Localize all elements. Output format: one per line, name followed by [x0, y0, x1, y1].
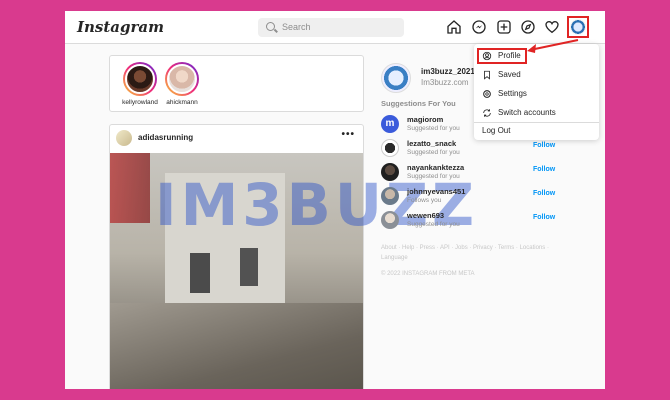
chevron-down-icon[interactable]: ⌄	[137, 21, 145, 32]
suggestion-subtitle: Suggested for you	[407, 221, 460, 228]
profile-avatar-button[interactable]	[567, 16, 589, 38]
story-item[interactable]: kellyrowland	[118, 62, 162, 106]
explore-icon[interactable]	[520, 19, 536, 35]
story-username: kellyrowland	[122, 99, 158, 106]
avatar[interactable]	[381, 63, 411, 93]
suggestion-avatar[interactable]	[381, 163, 399, 181]
post-username[interactable]: adidasrunning	[138, 133, 193, 142]
footer-links[interactable]: About · Help · Press · API · Jobs · Priv…	[381, 243, 556, 263]
profile-icon	[482, 51, 492, 61]
new-post-icon[interactable]	[496, 19, 512, 35]
home-icon[interactable]	[446, 19, 462, 35]
suggestion-subtitle: Suggested for you	[407, 173, 460, 180]
menu-item-switch-accounts[interactable]: Switch accounts	[474, 104, 599, 122]
menu-item-label: Switch accounts	[498, 108, 556, 117]
follow-button[interactable]: Follow	[533, 214, 555, 221]
suggestion-username[interactable]: nayankanktezza	[407, 163, 464, 172]
suggestion-avatar[interactable]	[381, 211, 399, 229]
menu-item-label: Profile	[498, 51, 521, 60]
current-username[interactable]: im3buzz_2021	[421, 67, 475, 76]
more-options-icon[interactable]: •••	[341, 129, 355, 140]
story-avatar	[125, 64, 155, 94]
follow-button[interactable]: Follow	[533, 166, 555, 173]
menu-item-label: Settings	[498, 89, 527, 98]
suggestion-username[interactable]: magiorom	[407, 115, 443, 124]
profile-dropdown-menu: Profile Saved Settings Switch accounts L…	[474, 44, 599, 140]
follow-button[interactable]: Follow	[533, 142, 555, 149]
story-item[interactable]: ahickmann	[160, 62, 204, 106]
menu-item-settings[interactable]: Settings	[474, 85, 599, 103]
suggestion-item: lezatto_snack Suggested for you Follow	[381, 139, 556, 159]
story-avatar	[167, 64, 197, 94]
stories-tray: kellyrowland ahickmann	[109, 55, 364, 112]
suggestion-avatar[interactable]	[381, 187, 399, 205]
suggestion-username[interactable]: lezatto_snack	[407, 139, 456, 148]
suggestion-subtitle: Suggested for you	[407, 149, 460, 156]
suggestion-avatar[interactable]: m	[381, 115, 399, 133]
search-icon	[266, 22, 275, 31]
post-author-avatar[interactable]	[116, 130, 132, 146]
suggestion-item: johnnyevans451 Follows you Follow	[381, 187, 556, 207]
log-out-button[interactable]: Log Out	[482, 126, 510, 135]
menu-item-label: Saved	[498, 70, 521, 79]
search-placeholder: Search	[282, 22, 311, 32]
bookmark-icon	[482, 70, 492, 80]
messenger-icon[interactable]	[471, 19, 487, 35]
current-fullname: Im3buzz.com	[421, 78, 469, 87]
suggestion-item: nayankanktezza Suggested for you Follow	[381, 163, 556, 183]
menu-divider	[474, 122, 599, 123]
suggestion-username[interactable]: wewen693	[407, 211, 444, 220]
browser-viewport: Instagram ⌄ Search kellyrowland ahickman…	[65, 11, 605, 389]
top-navigation-bar: Instagram ⌄ Search	[65, 11, 605, 44]
follow-button[interactable]: Follow	[533, 190, 555, 197]
copyright: © 2022 INSTAGRAM FROM META	[381, 271, 475, 277]
switch-accounts-icon	[482, 108, 492, 118]
activity-heart-icon[interactable]	[544, 19, 560, 35]
suggestion-subtitle: Suggested for you	[407, 125, 460, 132]
suggestions-title: Suggestions For You	[381, 99, 456, 108]
suggestion-subtitle: Follows you	[407, 197, 442, 204]
search-input[interactable]: Search	[258, 18, 404, 37]
menu-item-saved[interactable]: Saved	[474, 66, 599, 84]
feed-post: adidasrunning •••	[109, 124, 364, 389]
story-username: ahickmann	[166, 99, 198, 106]
gear-icon	[482, 89, 492, 99]
instagram-logo[interactable]: Instagram	[77, 18, 164, 36]
avatar	[570, 19, 586, 35]
suggestion-avatar[interactable]	[381, 139, 399, 157]
suggestion-item: wewen693 Suggested for you Follow	[381, 211, 556, 231]
menu-item-profile[interactable]: Profile	[474, 47, 599, 65]
suggestion-username[interactable]: johnnyevans451	[407, 187, 465, 196]
